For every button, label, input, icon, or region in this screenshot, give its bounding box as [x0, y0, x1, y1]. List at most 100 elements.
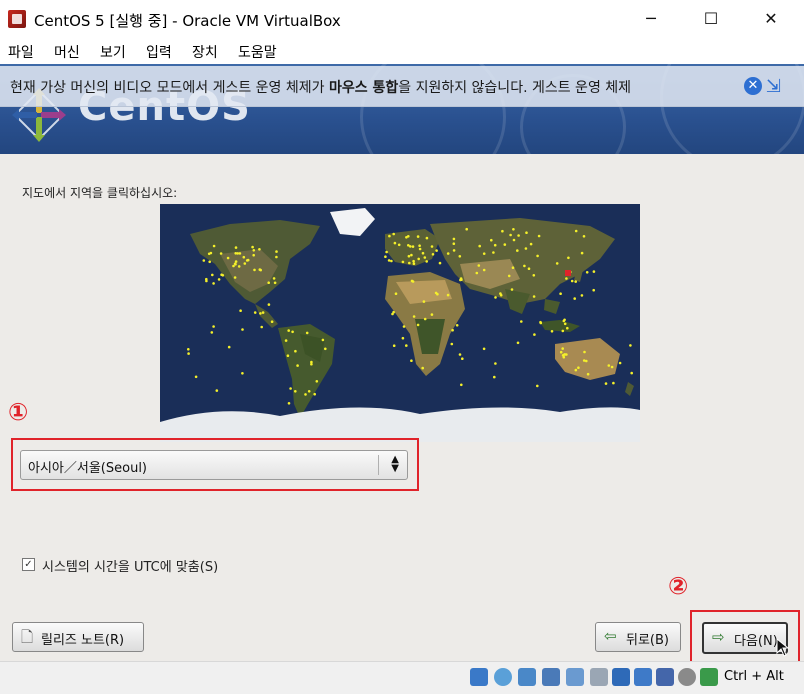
- city-dot[interactable]: [475, 271, 479, 275]
- city-dot[interactable]: [583, 350, 586, 354]
- city-dot[interactable]: [517, 234, 520, 237]
- city-dot[interactable]: [205, 279, 208, 283]
- city-dot[interactable]: [267, 303, 271, 306]
- city-dot[interactable]: [324, 347, 327, 351]
- city-dot[interactable]: [242, 255, 246, 259]
- city-dot[interactable]: [408, 261, 411, 265]
- menu-input[interactable]: 입력: [146, 42, 172, 62]
- city-dot[interactable]: [253, 268, 256, 272]
- city-dot[interactable]: [585, 271, 589, 274]
- city-dot[interactable]: [390, 259, 393, 263]
- city-dot[interactable]: [482, 252, 486, 255]
- city-dot[interactable]: [550, 330, 554, 333]
- city-dot[interactable]: [315, 380, 319, 383]
- city-dot[interactable]: [566, 326, 569, 330]
- city-dot[interactable]: [287, 329, 290, 332]
- guest-screen[interactable]: CentOS 현재 가상 머신의 비디오 모드에서 게스트 운영 체제가 마우스…: [0, 64, 804, 661]
- city-dot[interactable]: [187, 352, 190, 355]
- utc-checkbox-label[interactable]: 시스템의 시간을 UTC에 맞춤(S): [42, 556, 218, 575]
- city-dot[interactable]: [384, 255, 387, 258]
- city-dot[interactable]: [260, 325, 263, 329]
- city-dot[interactable]: [492, 251, 495, 254]
- release-notes-button[interactable]: 🗋 릴리즈 노트(R): [12, 622, 144, 652]
- city-dot[interactable]: [232, 264, 235, 268]
- city-dot[interactable]: [397, 243, 401, 247]
- harddisk-icon[interactable]: [470, 668, 488, 686]
- city-dot[interactable]: [512, 228, 515, 231]
- close-button[interactable]: ✕: [748, 4, 794, 34]
- city-dot[interactable]: [532, 274, 536, 277]
- city-dot[interactable]: [387, 259, 391, 262]
- city-dot[interactable]: [388, 234, 391, 238]
- city-dot[interactable]: [407, 244, 410, 247]
- city-dot[interactable]: [510, 288, 514, 291]
- city-dot[interactable]: [287, 402, 291, 405]
- city-dot[interactable]: [401, 260, 405, 264]
- shared-folders-icon[interactable]: [590, 668, 608, 686]
- city-dot[interactable]: [482, 268, 486, 272]
- city-dot[interactable]: [561, 347, 564, 350]
- menu-file[interactable]: 파일: [8, 42, 34, 62]
- timezone-select[interactable]: 아시아／서울(Seoul) ▲ ▼: [20, 450, 408, 480]
- city-dot[interactable]: [536, 384, 539, 388]
- usb-icon[interactable]: [566, 668, 584, 686]
- city-dot[interactable]: [570, 279, 574, 283]
- city-dot[interactable]: [305, 331, 309, 335]
- city-dot[interactable]: [402, 325, 406, 328]
- city-dot[interactable]: [252, 253, 255, 257]
- city-dot[interactable]: [499, 292, 502, 295]
- city-dot[interactable]: [407, 254, 411, 258]
- city-dot[interactable]: [275, 255, 278, 259]
- city-dot[interactable]: [563, 353, 566, 356]
- city-dot[interactable]: [592, 288, 595, 292]
- city-dot[interactable]: [559, 350, 563, 354]
- city-dot[interactable]: [607, 364, 611, 367]
- city-dot[interactable]: [477, 264, 481, 267]
- city-dot[interactable]: [410, 253, 413, 257]
- city-dot[interactable]: [438, 261, 442, 265]
- city-dot[interactable]: [259, 312, 262, 315]
- city-dot[interactable]: [478, 244, 482, 248]
- city-dot[interactable]: [385, 250, 388, 254]
- city-dot[interactable]: [234, 260, 238, 263]
- city-dot[interactable]: [430, 245, 434, 248]
- city-dot[interactable]: [425, 260, 429, 263]
- city-dot[interactable]: [291, 330, 294, 334]
- city-dot[interactable]: [494, 362, 497, 365]
- city-dot[interactable]: [211, 273, 214, 277]
- city-dot[interactable]: [258, 268, 262, 271]
- city-dot[interactable]: [215, 389, 219, 392]
- city-dot[interactable]: [394, 292, 398, 295]
- city-dot[interactable]: [511, 266, 515, 269]
- city-dot[interactable]: [237, 265, 241, 268]
- city-dot[interactable]: [407, 235, 410, 238]
- virtualization-icon[interactable]: [656, 668, 674, 686]
- city-dot[interactable]: [212, 325, 215, 328]
- city-dot[interactable]: [289, 387, 292, 390]
- world-map[interactable]: [160, 204, 640, 442]
- city-dot[interactable]: [296, 364, 299, 367]
- city-dot[interactable]: [555, 262, 559, 265]
- city-dot[interactable]: [425, 236, 429, 240]
- city-dot[interactable]: [412, 259, 415, 263]
- city-dot[interactable]: [226, 256, 230, 260]
- city-dot[interactable]: [219, 252, 223, 255]
- city-dot[interactable]: [246, 258, 250, 262]
- city-dot[interactable]: [412, 262, 416, 265]
- maximize-button[interactable]: ☐: [688, 4, 734, 34]
- city-dot[interactable]: [461, 357, 464, 360]
- city-dot[interactable]: [574, 229, 578, 233]
- city-dot[interactable]: [421, 251, 425, 255]
- city-dot[interactable]: [509, 233, 512, 237]
- city-dot[interactable]: [512, 238, 516, 242]
- video-capture-icon[interactable]: [634, 668, 652, 686]
- city-dot[interactable]: [416, 323, 420, 327]
- city-dot[interactable]: [294, 390, 297, 393]
- city-dot[interactable]: [539, 320, 542, 324]
- city-dot[interactable]: [251, 245, 254, 249]
- city-dot[interactable]: [567, 256, 570, 260]
- city-dot[interactable]: [465, 227, 469, 231]
- city-dot[interactable]: [209, 251, 213, 255]
- city-dot[interactable]: [592, 270, 596, 273]
- city-dot[interactable]: [313, 392, 316, 396]
